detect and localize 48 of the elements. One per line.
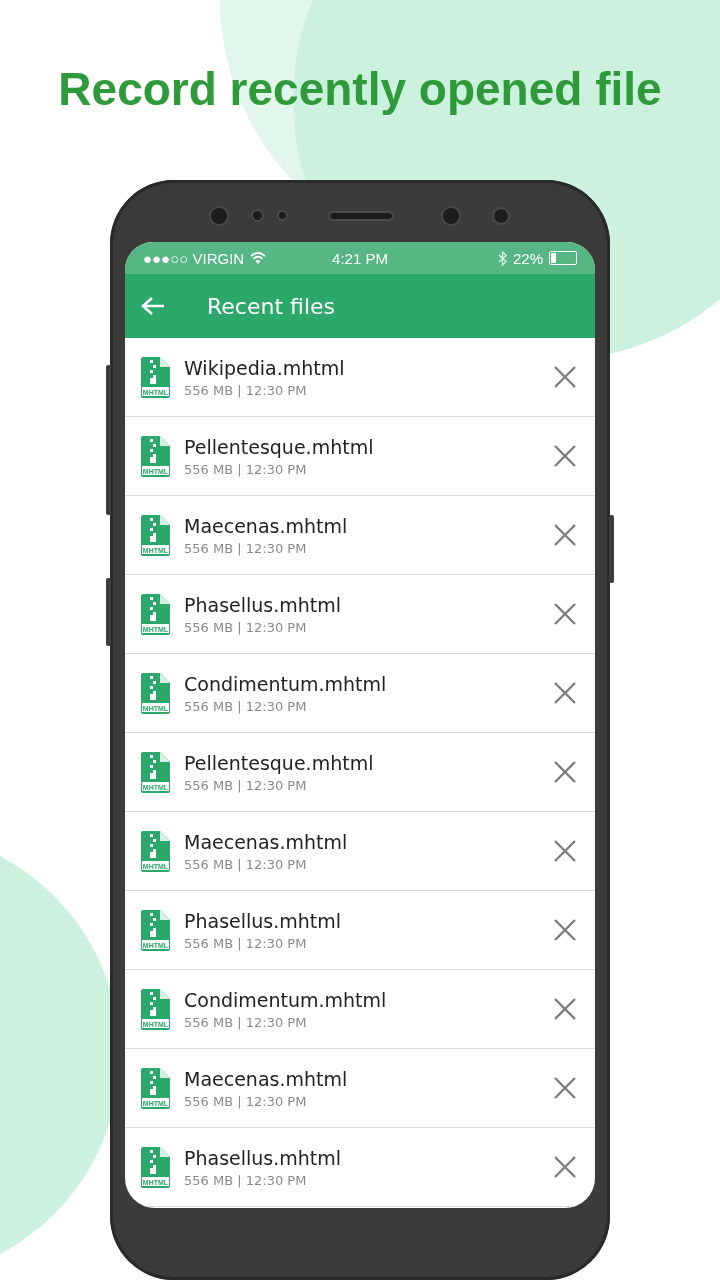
sensor-icon [279,212,286,219]
headline: Record recently opened file [57,62,663,117]
file-icon [141,830,170,872]
file-icon [141,1146,170,1188]
file-name[interactable]: Maecenas.mhtml [184,514,348,537]
file-meta: 556 MB | 12:30 PM [184,777,308,793]
file-name[interactable]: Condimentum.mhtml [184,988,387,1011]
file-meta: 556 MB | 12:30 PM [184,698,308,714]
file-name[interactable]: Maecenas.mhtml [184,830,348,853]
back-arrow-icon[interactable] [141,296,165,316]
clock-text: 4:21 PM [332,249,388,267]
camera-icon [494,209,508,223]
file-icon [141,593,170,635]
file-meta: 556 MB | 12:30 PM [184,1014,308,1030]
wifi-icon [250,252,267,264]
file-meta: 556 MB | 12:30 PM [184,461,308,477]
bluetooth-icon [497,250,507,266]
file-name[interactable]: Maecenas.mhtml [184,1067,348,1090]
file-meta: 556 MB | 12:30 PM [184,856,308,872]
file-meta: 556 MB | 12:30 PM [184,382,308,398]
file-icon [141,1067,170,1109]
file-name[interactable]: Pellentesque.mhtml [184,435,374,458]
battery-percent: 22% [512,249,543,267]
file-icon [141,672,170,714]
file-name[interactable]: Phasellus.mhtml [184,909,342,932]
file-icon [141,751,170,793]
battery-icon [549,251,577,265]
file-icon [141,988,170,1030]
file-icon [141,514,170,556]
file-icon [141,356,170,398]
screen-title: Recent files [207,293,335,319]
file-name[interactable]: Condimentum.mhtml [184,672,387,695]
file-meta: 556 MB | 12:30 PM [184,540,308,556]
speaker-grille [330,213,392,219]
carrier-text: ●●●○○ VIRGIN [143,249,245,267]
file-icon [141,909,170,951]
file-meta: 556 MB | 12:30 PM [184,935,308,951]
camera-icon [211,208,227,224]
camera-icon [443,208,459,224]
file-meta: 556 MB | 12:30 PM [184,1172,308,1188]
sensor-icon [253,211,262,220]
file-name[interactable]: Pellentesque.mhtml [184,751,374,774]
file-meta: 556 MB | 12:30 PM [184,1093,308,1109]
file-name[interactable]: Wikipedia.mhtml [184,356,345,379]
file-name[interactable]: Phasellus.mhtml [184,593,342,616]
file-icon [141,435,170,477]
file-meta: 556 MB | 12:30 PM [184,619,308,635]
file-name[interactable]: Phasellus.mhtml [184,1146,342,1169]
